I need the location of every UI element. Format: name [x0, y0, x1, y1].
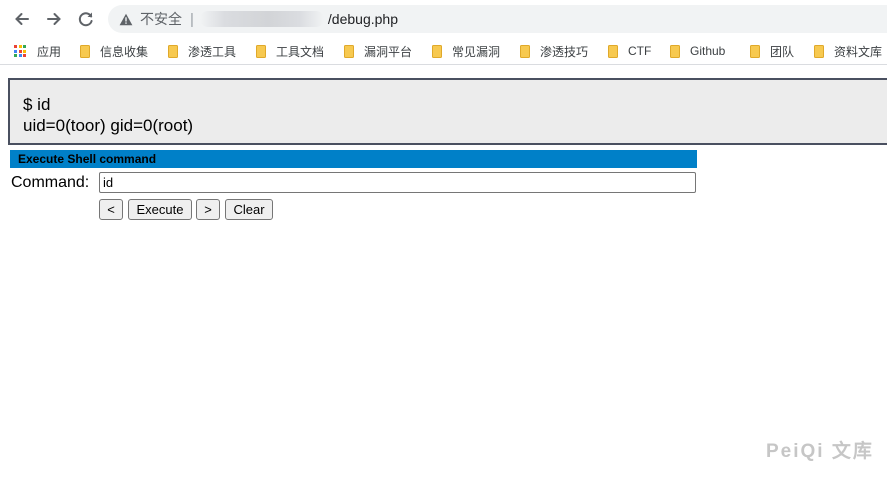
bookmark-folder[interactable]: 常见漏洞	[432, 42, 500, 60]
apps-grid-icon	[14, 45, 26, 57]
bookmark-apps[interactable]: 应用	[14, 42, 61, 60]
folder-icon	[344, 44, 354, 58]
bookmark-label: Github	[690, 44, 726, 58]
next-command-button[interactable]: >	[196, 199, 220, 220]
bookmark-folder[interactable]: 信息收集	[80, 42, 148, 60]
folder-icon	[256, 44, 266, 58]
execute-button[interactable]: Execute	[128, 199, 192, 220]
bookmark-folder[interactable]: 渗透技巧	[520, 42, 588, 60]
forward-button[interactable]	[41, 7, 67, 31]
arrow-left-icon	[15, 13, 29, 25]
bookmark-label: 漏洞平台	[364, 44, 413, 59]
folder-icon	[670, 44, 680, 58]
command-output: $ id uid=0(toor) gid=0(root)	[8, 78, 887, 145]
panel-title: Execute Shell command	[10, 150, 697, 168]
bookmark-label: 渗透技巧	[540, 44, 589, 59]
bookmark-folder[interactable]: 漏洞平台	[344, 42, 412, 60]
watermark: PeiQi 文库	[766, 441, 874, 462]
security-status-label[interactable]: 不安全	[140, 9, 182, 29]
folder-icon	[608, 44, 618, 58]
browser-toolbar: 不安全 | /debug.php	[0, 0, 887, 38]
bookmark-folder[interactable]: 渗透工具	[168, 42, 236, 60]
bookmark-label: 团队	[770, 44, 795, 59]
bookmark-label: 渗透工具	[188, 44, 237, 59]
output-result-line: uid=0(toor) gid=0(root)	[23, 116, 194, 135]
folder-icon	[432, 44, 442, 58]
address-bar[interactable]: 不安全 | /debug.php	[108, 5, 887, 33]
folder-icon	[814, 44, 824, 58]
command-input[interactable]	[99, 172, 696, 193]
bookmark-folder[interactable]: Github	[670, 42, 725, 60]
back-button[interactable]	[9, 7, 35, 31]
bookmark-folder[interactable]: 资料文库	[814, 42, 882, 60]
reload-icon	[78, 12, 93, 27]
folder-icon	[168, 44, 178, 58]
reload-button[interactable]	[73, 7, 99, 31]
warning-icon	[118, 11, 134, 27]
bookmark-label: 信息收集	[100, 44, 149, 59]
clear-button[interactable]: Clear	[225, 199, 273, 220]
folder-icon	[750, 44, 760, 58]
bookmark-label: 常见漏洞	[452, 44, 501, 59]
bookmark-folder[interactable]: 工具文档	[256, 42, 324, 60]
arrow-right-icon	[47, 13, 61, 25]
bookmark-label: 工具文档	[276, 44, 325, 59]
url-path[interactable]: /debug.php	[328, 11, 398, 27]
bookmark-label: 资料文库	[834, 44, 883, 59]
output-command-line: $ id	[23, 95, 51, 114]
command-label: Command:	[11, 174, 90, 191]
previous-command-button[interactable]: <	[99, 199, 123, 220]
redacted-host	[199, 11, 324, 27]
bookmark-folder[interactable]: 团队	[750, 42, 794, 60]
bookmark-label: 应用	[37, 44, 62, 59]
folder-icon	[80, 44, 90, 58]
bookmark-label: CTF	[628, 44, 652, 58]
bookmarks-bar: 应用 信息收集 渗透工具 工具文档 漏洞平台 常见漏洞 渗透技巧 CTF Git…	[0, 38, 887, 65]
folder-icon	[520, 44, 530, 58]
url-separator: |	[190, 10, 194, 28]
bookmark-folder[interactable]: CTF	[608, 42, 651, 60]
